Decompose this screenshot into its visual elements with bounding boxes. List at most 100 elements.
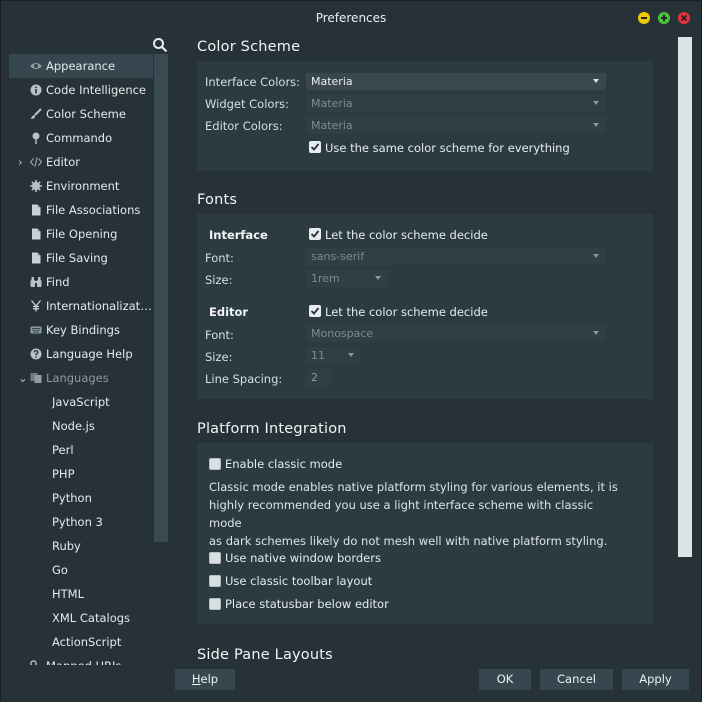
chevron-down-icon [593, 254, 599, 258]
fonts-heading: Fonts [197, 192, 238, 208]
ok-button[interactable]: OK [479, 669, 531, 690]
sidebar-item-language-help[interactable]: Language Help [9, 342, 153, 366]
sidebar-item-file-opening[interactable]: File Opening [9, 222, 153, 246]
sidebar-item-label: Node.js [52, 419, 95, 433]
editor-decide-checkbox[interactable] [309, 305, 321, 317]
sidebar-item-file-saving[interactable]: File Saving [9, 246, 153, 270]
brush-icon [31, 108, 42, 119]
editor-font-select[interactable]: Monospace [306, 325, 606, 342]
native-borders-checkbox[interactable] [209, 552, 221, 564]
preferences-content: Color Scheme Interface Colors: Materia W… [178, 35, 678, 665]
sidebar-item-php[interactable]: PHP [9, 462, 153, 486]
chevron-down-icon[interactable]: ⌄ [18, 366, 28, 390]
widget-colors-label: Widget Colors: [205, 97, 290, 111]
sidebar-item-internationalizati[interactable]: Internationalizati… [9, 294, 153, 318]
color-scheme-heading: Color Scheme [197, 39, 301, 55]
side-pane-layouts-heading: Side Pane Layouts [197, 647, 333, 663]
languages-icon [30, 373, 42, 383]
sidebar-item-color-scheme[interactable]: Color Scheme [9, 102, 153, 126]
editor-colors-select[interactable]: Materia [306, 117, 606, 134]
interface-colors-select[interactable]: Materia [306, 73, 606, 90]
button-bar: Help OK Cancel Apply [1, 665, 701, 702]
sidebar-item-go[interactable]: Go [9, 558, 153, 582]
binoculars-icon [30, 277, 42, 287]
sidebar-item-label: Color Scheme [46, 107, 126, 121]
minimize-button[interactable] [638, 12, 650, 24]
sidebar-item-python-3[interactable]: Python 3 [9, 510, 153, 534]
editor-font-heading: Editor [209, 305, 249, 319]
widget-colors-select[interactable]: Materia [306, 95, 606, 112]
sidebar-item-editor[interactable]: › Editor [9, 150, 153, 174]
help-mnemonic: H [191, 672, 201, 686]
chevron-right-icon[interactable]: › [18, 150, 28, 174]
fonts-panel: Interface Let the color scheme decide Fo… [197, 214, 653, 399]
search-icon[interactable] [152, 37, 168, 53]
chevron-down-icon [593, 79, 599, 83]
sidebar-item-label: Environment [46, 179, 120, 193]
sidebar-item-commando[interactable]: Commando [9, 126, 153, 150]
sidebar-item-label: File Associations [46, 203, 141, 217]
line-spacing-value: 2 [311, 371, 318, 384]
sidebar-item-actionscript[interactable]: ActionScript [9, 630, 153, 654]
close-button[interactable] [678, 12, 690, 24]
sidebar-scrollbar[interactable] [154, 54, 168, 542]
color-scheme-panel: Interface Colors: Materia Widget Colors:… [197, 61, 653, 171]
sidebar-item-label: JavaScript [52, 395, 110, 409]
content-scrollbar-thumb[interactable] [678, 37, 692, 557]
yen-icon [30, 300, 42, 312]
plus-icon [661, 15, 667, 21]
sidebar-item-xml-catalogs[interactable]: XML Catalogs [9, 606, 153, 630]
sidebar-item-label: Key Bindings [46, 323, 120, 337]
sidebar-item-label: HTML [52, 587, 85, 601]
classic-mode-label: Enable classic mode [225, 457, 343, 471]
sidebar-item-python[interactable]: Python [9, 486, 153, 510]
interface-colors-value: Materia [311, 75, 353, 88]
editor-size-label: Size: [205, 350, 233, 364]
sidebar-item-perl[interactable]: Perl [9, 438, 153, 462]
platform-integration-panel: Enable classic mode Classic mode enables… [197, 443, 653, 624]
sidebar-item-languages[interactable]: ⌄ Languages [9, 366, 153, 390]
preferences-window: Preferences Appearance Code Intelligence C… [0, 0, 702, 702]
editor-decide-label: Let the color scheme decide [325, 305, 488, 319]
sidebar-item-label: Python [52, 491, 92, 505]
editor-size-select[interactable]: 11 [306, 347, 361, 364]
line-spacing-input[interactable]: 2 [306, 369, 332, 386]
sidebar-item-node-js[interactable]: Node.js [9, 414, 153, 438]
interface-size-label: Size: [205, 273, 233, 287]
sidebar-item-javascript[interactable]: JavaScript [9, 390, 153, 414]
native-borders-label: Use native window borders [225, 551, 381, 565]
sidebar-item-ruby[interactable]: Ruby [9, 534, 153, 558]
interface-colors-label: Interface Colors: [205, 75, 301, 89]
sidebar-item-file-associations[interactable]: File Associations [9, 198, 153, 222]
sidebar-item-key-bindings[interactable]: Key Bindings [9, 318, 153, 342]
line-spacing-label: Line Spacing: [205, 372, 283, 386]
same-scheme-checkbox[interactable] [309, 141, 321, 153]
eye-icon [30, 63, 42, 69]
checkmark-icon [310, 230, 320, 238]
interface-decide-label: Let the color scheme decide [325, 228, 488, 242]
chevron-down-icon [348, 353, 354, 357]
interface-size-select[interactable]: 1rem [306, 270, 388, 287]
classic-mode-checkbox[interactable] [209, 458, 221, 470]
sidebar-item-label: XML Catalogs [52, 611, 131, 625]
cancel-button[interactable]: Cancel [540, 669, 613, 690]
sidebar-item-environment[interactable]: Environment [9, 174, 153, 198]
sidebar-item-code-intelligence[interactable]: Code Intelligence [9, 78, 153, 102]
file-icon [32, 228, 41, 240]
sidebar-item-label: ActionScript [52, 635, 122, 649]
classic-toolbar-checkbox[interactable] [209, 575, 221, 587]
editor-colors-value: Materia [311, 119, 353, 132]
interface-font-select[interactable]: sans-serif [306, 248, 606, 265]
sidebar-item-appearance[interactable]: Appearance [9, 54, 153, 78]
apply-button[interactable]: Apply [622, 669, 689, 690]
editor-colors-label: Editor Colors: [205, 119, 283, 133]
interface-decide-checkbox[interactable] [309, 228, 321, 240]
sidebar-item-label: Ruby [52, 539, 81, 553]
statusbar-below-checkbox[interactable] [209, 598, 221, 610]
maximize-button[interactable] [658, 12, 670, 24]
classic-mode-description: Classic mode enables native platform sty… [209, 478, 629, 550]
help-button[interactable]: Help [175, 669, 235, 690]
sidebar-item-html[interactable]: HTML [9, 582, 153, 606]
sidebar-item-find[interactable]: Find [9, 270, 153, 294]
sidebar-item-label: Code Intelligence [46, 83, 147, 97]
